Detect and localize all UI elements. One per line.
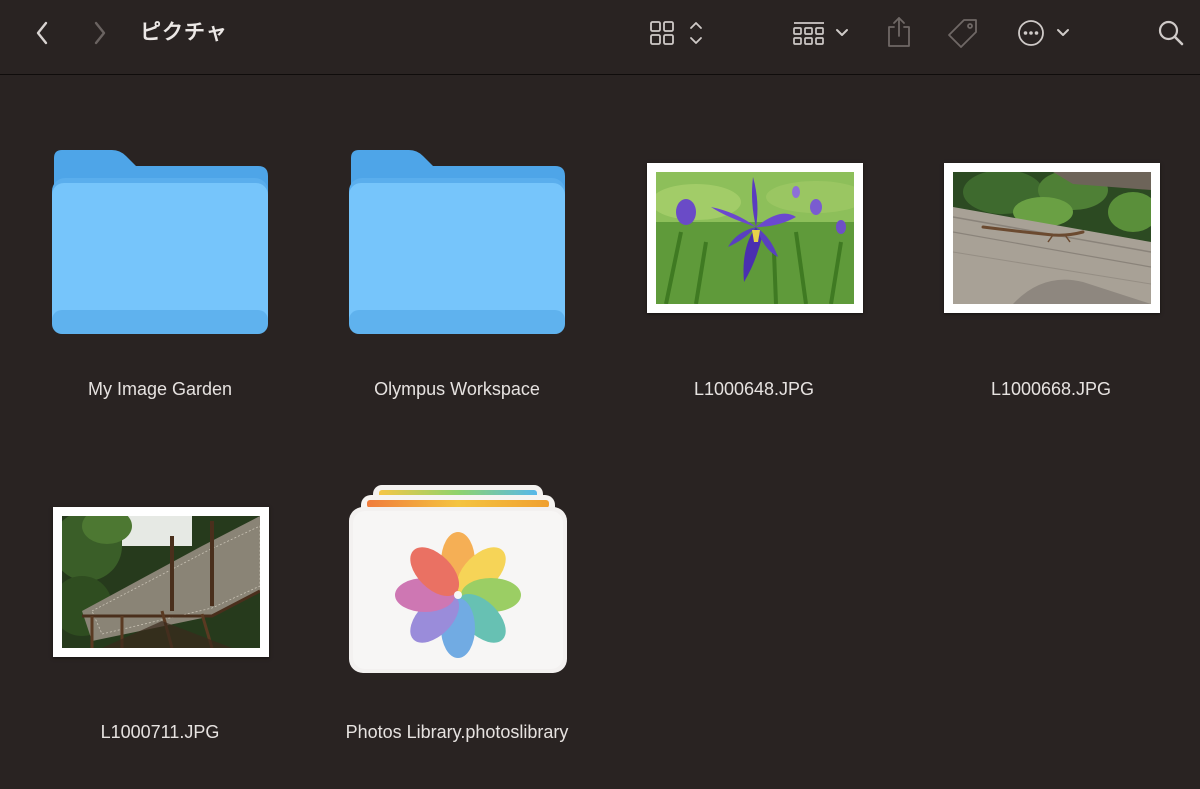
toolbar: ピクチャ [0,0,1200,75]
share-button[interactable] [882,12,916,52]
item-name: Photos Library.photoslibrary [345,722,569,742]
item-name: My Image Garden [87,379,233,399]
search-icon [1158,20,1184,46]
chevron-left-icon [36,21,48,45]
back-button[interactable] [28,18,56,48]
lizard-photo [953,172,1151,304]
image-thumbnail [53,507,269,657]
item-name: L1000711.JPG [100,722,220,742]
image-thumbnail [647,163,863,313]
item-name: L1000648.JPG [693,379,815,399]
icon-grid-icon [650,21,702,45]
forward-button[interactable] [86,18,114,48]
item-name: L1000668.JPG [990,379,1112,399]
more-actions-button[interactable] [1014,14,1076,52]
photos-app-icon [349,485,567,673]
share-icon [888,17,910,47]
folder-item[interactable]: My Image Garden [25,146,295,446]
group-by-button[interactable] [790,16,854,50]
image-item[interactable]: L1000648.JPG [619,146,889,446]
image-item[interactable]: L1000711.JPG [25,489,295,789]
iris-flower-photo [656,172,854,304]
tag-button[interactable] [944,14,982,52]
chevron-right-icon [94,21,106,45]
ellipsis-circle-icon [1018,20,1069,46]
image-thumbnail [944,163,1160,313]
folder-icon [349,150,565,334]
view-mode-button[interactable] [646,16,710,50]
folder-item[interactable]: Olympus Workspace [322,146,592,446]
window-title: ピクチャ [140,20,228,44]
search-button[interactable] [1154,16,1188,50]
folder-icon [52,150,268,334]
file-grid: My Image Garden Olympus Workspace L10006… [0,76,1200,773]
group-by-icon [793,22,848,45]
bridge-photo [62,516,260,648]
tag-icon [948,19,977,48]
photos-library-item[interactable]: Photos Library.photoslibrary [322,485,592,789]
item-name: Olympus Workspace [374,379,540,399]
image-item[interactable]: L1000668.JPG [916,146,1186,446]
